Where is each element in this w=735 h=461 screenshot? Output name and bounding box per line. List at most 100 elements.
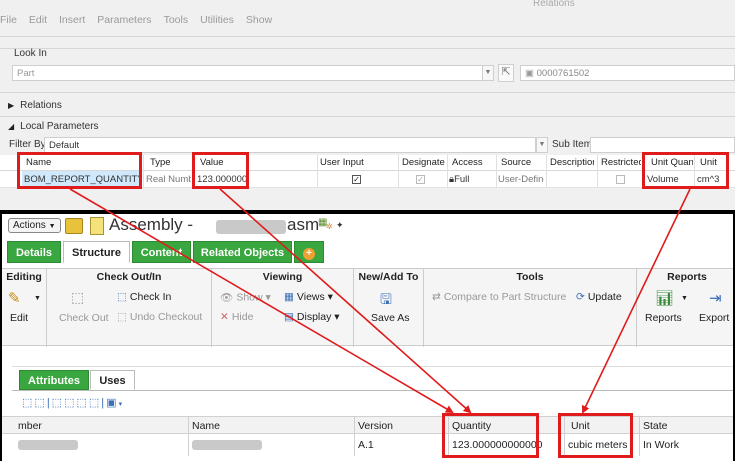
chevron-down-icon[interactable]: ▾ (119, 401, 125, 408)
insert-icon[interactable]: ⬚ (22, 397, 34, 409)
display-label: Display (296, 311, 332, 323)
param-type[interactable]: Real Number (146, 174, 191, 185)
group-viewing: Viewing 👁︎ Show ▾ ✕ Hide ▦ Views ▾ ▤ Display… (212, 269, 354, 347)
col-restricted[interactable]: Restricted (601, 157, 641, 168)
display-button[interactable]: ▤ Display ▾ (284, 311, 340, 323)
row-state: In Work (643, 439, 679, 451)
group-reports: Reports 📊︎ ▼ Reports ⇥ Export (637, 269, 733, 347)
hide-button[interactable]: ✕ Hide (220, 311, 253, 323)
show-label: Show (236, 291, 263, 304)
filter-chevron-down-icon[interactable]: ▼ (536, 137, 548, 153)
menu-utilities[interactable]: Utilities (194, 14, 240, 32)
chevron-down-icon[interactable]: ▼ (681, 295, 688, 302)
grid-divider (398, 155, 399, 188)
user-input-checkbox[interactable]: ✓ (352, 175, 361, 184)
col-state[interactable]: State (643, 420, 668, 432)
relations-section-toggle[interactable]: ▶ Relations (8, 100, 62, 111)
check-in-button[interactable]: ⬚ Check In (117, 291, 171, 303)
reports-button[interactable]: Reports (645, 312, 682, 324)
export-icon[interactable]: ⇥ (709, 289, 722, 307)
sub-items-field[interactable] (590, 137, 735, 153)
filter-by-label: Filter By (9, 139, 46, 150)
group-editing: Editing ✎ ▼ Edit (2, 269, 47, 347)
update-label: Update (587, 291, 622, 303)
section-divider (0, 92, 735, 93)
menu-insert[interactable]: Insert (53, 14, 91, 32)
group-title: Check Out/In (96, 271, 162, 283)
remove-icon[interactable]: ⬚ (89, 397, 101, 409)
menu-parameters[interactable]: Parameters (91, 14, 157, 32)
highlight-unit (642, 152, 729, 189)
save-as-button[interactable]: Save As (371, 312, 410, 324)
group-title: Editing (6, 271, 42, 283)
restricted-checkbox (616, 175, 625, 184)
gear-icon[interactable]: ✲ (326, 222, 333, 231)
copy-icon[interactable]: ⬚ (64, 397, 76, 409)
expand-arrow-icon: ▶ (8, 101, 15, 110)
local-parameters-toggle[interactable]: ◢ Local Parameters (8, 121, 99, 132)
edit-button[interactable]: Edit (10, 312, 28, 324)
check-out-button[interactable]: Check Out (59, 312, 109, 324)
grid-divider (597, 155, 598, 188)
subtab-attributes[interactable]: Attributes (19, 370, 89, 390)
ribbon: Editing ✎ ▼ Edit Check Out/In ⬚ Check Ou… (2, 268, 733, 347)
show-button[interactable]: 👁︎ Show ▾ (220, 291, 271, 304)
pin-icon[interactable]: ✦ (336, 220, 344, 231)
menu-edit[interactable]: Edit (23, 14, 53, 32)
col-number[interactable]: mber (18, 420, 42, 432)
subtab-uses[interactable]: Uses (90, 370, 135, 390)
assembly-icon (65, 218, 83, 234)
col-access[interactable]: Access (452, 157, 492, 168)
window-title: Relations (533, 0, 575, 9)
look-in-label: Look In (14, 48, 47, 59)
highlight-unit-bottom (558, 413, 633, 458)
menu-tools[interactable]: Tools (158, 14, 195, 32)
views-button[interactable]: ▦ Views ▾ (284, 291, 333, 303)
col-source[interactable]: Source (501, 157, 541, 168)
replace-icon[interactable]: ⬚ (34, 397, 46, 409)
group-checkout: Check Out/In ⬚ Check Out ⬚ Check In ⬚ Undo… (47, 269, 212, 347)
look-in-select[interactable]: Part (12, 65, 494, 81)
col-user-input[interactable]: User Input (320, 157, 380, 168)
param-source: User-Defined (498, 174, 544, 185)
tab-related-objects[interactable]: Related Objects (193, 241, 292, 263)
check-out-icon: ⬚ (71, 289, 85, 305)
move-icon[interactable]: ⬚ (76, 397, 88, 409)
col-name[interactable]: Name (192, 420, 220, 432)
grid-divider (496, 155, 497, 188)
col-designate[interactable]: Designate (402, 157, 446, 168)
undo-checkout-button[interactable]: ⬚ Undo Checkout (117, 311, 202, 323)
save-icon[interactable]: ▣ (106, 397, 118, 409)
export-button[interactable]: Export (699, 312, 729, 324)
grid-divider (447, 155, 448, 188)
hide-label: Hide (231, 311, 254, 323)
chevron-down-icon: ▼ (48, 223, 56, 230)
undo-icon: ⬚ (117, 311, 127, 324)
param-access[interactable]: 🔒︎Full (449, 174, 494, 185)
filter-by-select[interactable]: Default (44, 137, 536, 153)
save-as-icon[interactable]: 🖫︎ (380, 289, 392, 313)
tab-details[interactable]: Details (7, 241, 61, 263)
designate-checkbox: ✓ (416, 175, 425, 184)
col-type[interactable]: Type (150, 157, 190, 168)
chevron-down-icon[interactable]: ▼ (482, 65, 494, 81)
pencil-icon[interactable]: ✎ (8, 289, 21, 307)
tab-content[interactable]: Content (132, 241, 191, 263)
menu-file[interactable]: File (0, 14, 23, 32)
col-description[interactable]: Description (550, 157, 594, 168)
tab-structure[interactable]: Structure (63, 241, 130, 263)
update-button[interactable]: ⟳ Update (576, 291, 622, 303)
add-tab-button[interactable]: + (294, 241, 324, 263)
chevron-down-icon[interactable]: ▼ (34, 295, 41, 302)
paste-icon[interactable]: ⬚ (52, 397, 64, 409)
pointer-select-icon[interactable]: ⇱ (498, 64, 514, 82)
compare-button[interactable]: ⇄ Compare to Part Structure (432, 291, 566, 303)
chart-icon[interactable]: 📊︎ (655, 289, 674, 307)
views-label: Views (296, 291, 325, 303)
menu-show[interactable]: Show (240, 14, 278, 32)
group-title: Viewing (262, 271, 303, 283)
actions-button[interactable]: Actions ▼ (8, 218, 61, 233)
menu-divider (0, 36, 735, 37)
table-divider (188, 416, 189, 456)
col-version[interactable]: Version (358, 420, 393, 432)
